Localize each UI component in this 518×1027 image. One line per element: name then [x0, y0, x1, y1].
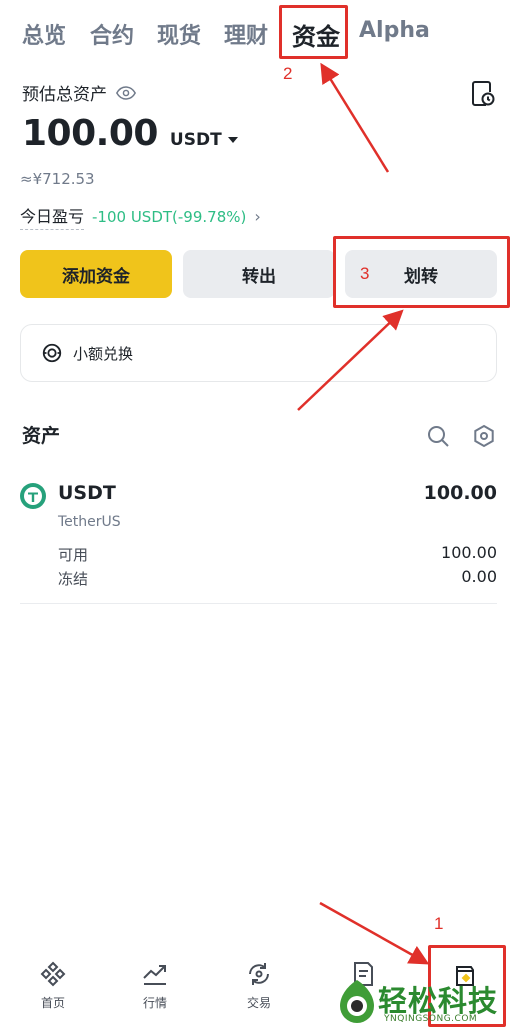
annotation-number-1: 1	[434, 914, 444, 933]
nav-markets[interactable]: 行情	[105, 952, 205, 1011]
nav-home[interactable]: 首页	[3, 952, 103, 1011]
convert-icon	[42, 343, 62, 363]
nav-markets-label: 行情	[142, 996, 167, 1010]
assets-header: 资产	[22, 425, 61, 447]
asset-full-name: TetherUS	[58, 514, 121, 530]
today-pnl[interactable]: 今日盈亏 -100 USDT(-99.78%) ›	[20, 203, 261, 230]
search-icon[interactable]	[426, 424, 450, 448]
annotation-number-3: 3	[360, 264, 370, 283]
currency-label: USDT	[169, 130, 222, 150]
add-funds-button[interactable]: 添加资金	[20, 250, 172, 298]
tab-futures[interactable]: 合约	[90, 18, 134, 50]
watermark: 轻松科技 YNQINGSONG.COM	[332, 976, 518, 1027]
trend-chart-icon	[143, 965, 166, 985]
annotation-box-funding	[279, 5, 348, 59]
hexagon-settings-icon[interactable]	[472, 424, 496, 448]
exchange-icon	[249, 963, 269, 985]
history-icon[interactable]	[470, 80, 496, 108]
caret-down-icon	[227, 137, 238, 143]
asset-row-usdt[interactable]: USDT 100.00 TetherUS 可用 100.00 冻结 0.00	[20, 478, 497, 604]
pnl-value: -100 USDT(-99.78%)	[92, 207, 247, 226]
frozen-value: 0.00	[461, 567, 497, 586]
small-convert-card[interactable]: 小额兑换	[20, 324, 497, 382]
nav-trade[interactable]: 交易	[209, 952, 309, 1011]
eye-icon[interactable]	[115, 82, 137, 104]
currency-selector[interactable]: USDT	[170, 130, 238, 150]
estimated-balance-label-row: 预估总资产	[22, 80, 137, 105]
tab-overview[interactable]: 总览	[22, 18, 66, 50]
arrow-to-funding-tab	[320, 62, 390, 173]
available-label: 可用	[58, 546, 89, 564]
watermark-subtitle: YNQINGSONG.COM	[384, 1014, 478, 1024]
estimated-balance-label: 预估总资产	[22, 85, 107, 105]
tab-alpha[interactable]: Alpha	[359, 18, 430, 43]
available-value: 100.00	[441, 543, 497, 562]
frozen-label: 冻结	[58, 570, 89, 588]
pnl-label: 今日盈亏	[20, 203, 85, 230]
balance-amount: 100.00	[22, 113, 158, 154]
total-balance: 100.00 USDT	[22, 113, 238, 154]
nav-trade-label: 交易	[246, 996, 271, 1010]
small-convert-label: 小额兑换	[73, 344, 134, 363]
nav-home-label: 首页	[40, 996, 65, 1010]
tab-earn[interactable]: 理财	[224, 18, 268, 50]
usdt-logo-icon	[20, 483, 46, 509]
asset-total: 100.00	[423, 482, 497, 504]
asset-symbol: USDT	[58, 482, 116, 504]
transfer-out-button[interactable]: 转出	[183, 250, 335, 298]
tab-spot[interactable]: 现货	[157, 18, 201, 50]
chevron-right-icon: ›	[254, 207, 261, 226]
watermark-logo-icon	[340, 980, 374, 1023]
top-tabs: 总览 合约 现货 理财 资金 Alpha	[0, 0, 518, 66]
fiat-approx: ≈¥712.53	[20, 170, 95, 188]
binance-logo-icon	[40, 961, 66, 987]
annotation-number-2: 2	[283, 64, 293, 83]
